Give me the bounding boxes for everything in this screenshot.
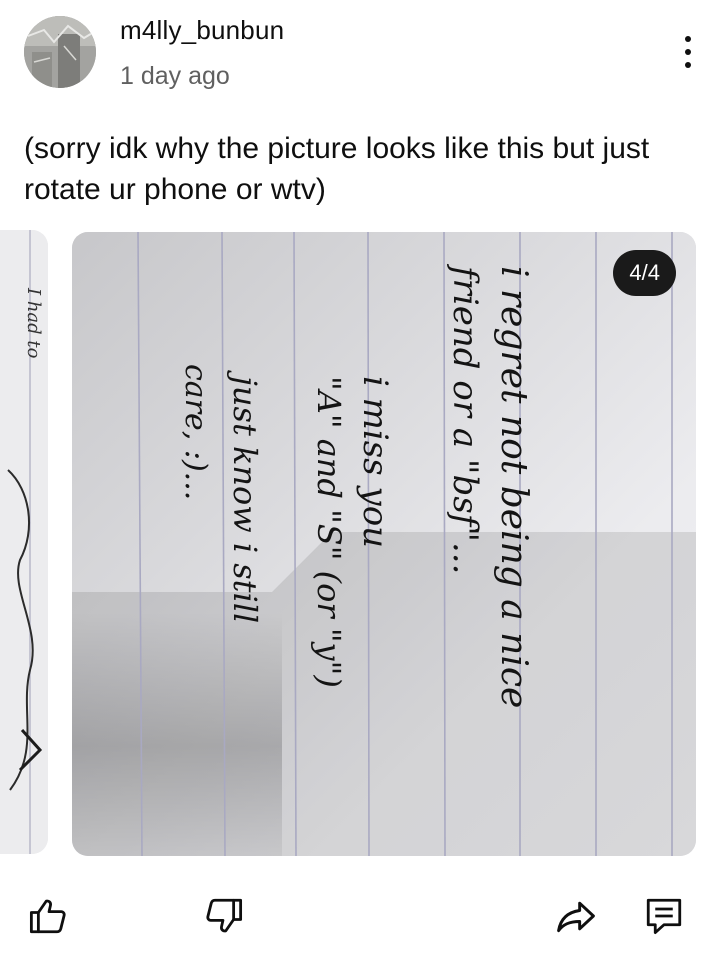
post-text: (sorry idk why the picture looks like th… <box>24 132 650 206</box>
handwriting-line-6: care, :)... <box>178 364 213 500</box>
avatar[interactable] <box>24 16 96 88</box>
image-counter-badge: 4/4 <box>613 250 676 296</box>
previous-image-handwriting: I had to <box>23 287 44 359</box>
previous-image[interactable]: I had to 4 <box>0 230 48 854</box>
author-name[interactable]: m4lly_bunbun <box>120 15 284 46</box>
thumbs-up-icon[interactable] <box>24 892 72 940</box>
image-counter-text: 4/4 <box>629 260 660 285</box>
handwriting-line-4: "A" and "S" (or "y") <box>310 376 348 688</box>
handwriting-line-2: friend or a "bsf"... <box>445 263 485 574</box>
thumbs-down-icon[interactable] <box>200 892 248 940</box>
share-icon[interactable] <box>552 892 600 940</box>
handwriting-line-5: just know i still <box>226 370 264 623</box>
comment-icon[interactable] <box>640 892 688 940</box>
community-post: m4lly_bunbun 1 day ago (sorry idk why th… <box>0 0 720 956</box>
more-vert-icon[interactable] <box>668 30 708 74</box>
post-header: m4lly_bunbun 1 day ago <box>0 0 720 110</box>
image-carousel[interactable]: I had to 4 <box>0 230 720 856</box>
handwriting-line-3: i miss you <box>355 376 395 548</box>
post-time: 1 day ago <box>120 62 230 90</box>
post-actions <box>0 880 720 956</box>
handwriting-line-1: i regret not being a nice <box>493 266 534 708</box>
carousel-image[interactable]: i regret not being a nice friend or a "b… <box>72 232 696 856</box>
